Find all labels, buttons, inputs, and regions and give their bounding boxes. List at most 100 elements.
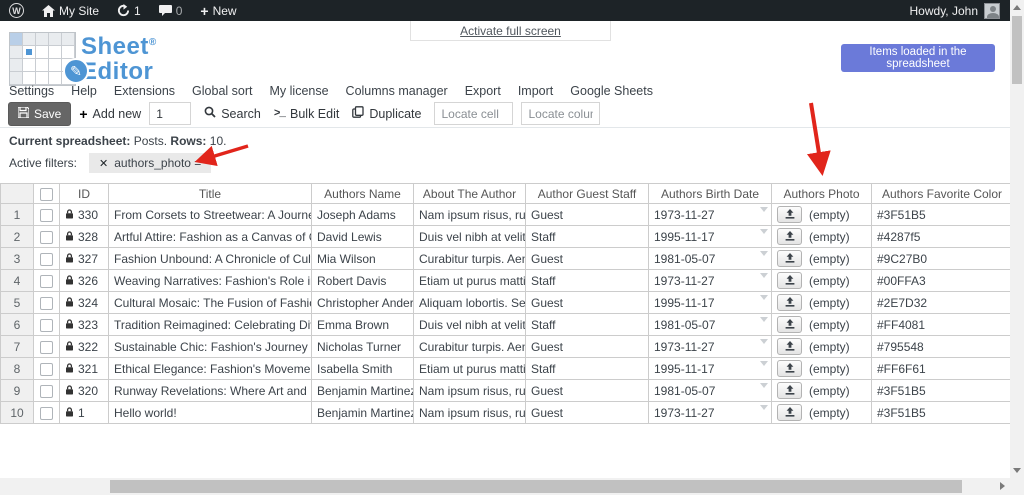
authors-favorite-color-cell[interactable]: #FF6F61: [871, 357, 1011, 380]
upload-image-button[interactable]: [777, 404, 802, 421]
chevron-down-icon[interactable]: [760, 207, 768, 212]
authors-name-cell[interactable]: Nicholas Turner: [311, 335, 414, 358]
about-the-author-cell[interactable]: Curabitur turpis. Aenean...: [413, 247, 526, 270]
row-number-cell[interactable]: 4: [0, 269, 34, 292]
authors-birth-date-cell[interactable]: 1973-11-27: [648, 203, 772, 226]
chevron-down-icon[interactable]: [760, 229, 768, 234]
upload-image-button[interactable]: [777, 206, 802, 223]
menu-item-columns-manager[interactable]: Columns manager: [346, 84, 448, 98]
chevron-down-icon[interactable]: [760, 361, 768, 366]
authors-birth-date-cell[interactable]: 1973-11-27: [648, 401, 772, 424]
about-the-author-cell[interactable]: Nam ipsum risus, rutru...: [413, 401, 526, 424]
authors-birth-date-cell[interactable]: 1973-11-27: [648, 269, 772, 292]
menu-item-extensions[interactable]: Extensions: [114, 84, 175, 98]
title-cell[interactable]: Weaving Narratives: Fashion's Role in Do…: [108, 269, 312, 292]
authors-birth-date-cell[interactable]: 1995-11-17: [648, 291, 772, 314]
column-header-id[interactable]: ID: [59, 183, 109, 204]
id-cell[interactable]: 322: [59, 335, 109, 358]
row-checkbox[interactable]: [40, 230, 53, 244]
authors-photo-cell[interactable]: (empty): [771, 313, 872, 336]
chevron-down-icon[interactable]: [760, 273, 768, 278]
column-header-title[interactable]: Title: [108, 183, 312, 204]
chevron-down-icon[interactable]: [760, 383, 768, 388]
vertical-scrollbar[interactable]: [1010, 0, 1024, 495]
scroll-up-icon[interactable]: [1013, 5, 1021, 10]
id-cell[interactable]: 323: [59, 313, 109, 336]
about-the-author-cell[interactable]: Etiam ut purus mattis m...: [413, 269, 526, 292]
id-cell[interactable]: 326: [59, 269, 109, 292]
author-guest-staff-cell[interactable]: Staff: [525, 225, 649, 248]
author-guest-staff-cell[interactable]: Guest: [525, 247, 649, 270]
column-header-authors-name[interactable]: Authors Name: [311, 183, 414, 204]
menu-item-export[interactable]: Export: [465, 84, 501, 98]
about-the-author-cell[interactable]: Duis vel nibh at velit sce...: [413, 313, 526, 336]
author-guest-staff-cell[interactable]: Guest: [525, 379, 649, 402]
row-checkbox[interactable]: [40, 208, 53, 222]
authors-photo-cell[interactable]: (empty): [771, 291, 872, 314]
about-the-author-cell[interactable]: Nam ipsum risus, rutru...: [413, 203, 526, 226]
menu-item-global-sort[interactable]: Global sort: [192, 84, 252, 98]
author-guest-staff-cell[interactable]: Guest: [525, 203, 649, 226]
row-checkbox[interactable]: [40, 340, 53, 354]
title-cell[interactable]: Ethical Elegance: Fashion's Movement Tow…: [108, 357, 312, 380]
column-header-about-the-author[interactable]: About The Author: [413, 183, 526, 204]
authors-favorite-color-cell[interactable]: #3F51B5: [871, 401, 1011, 424]
authors-favorite-color-cell[interactable]: #9C27B0: [871, 247, 1011, 270]
my-site-link[interactable]: My Site: [33, 0, 108, 21]
scroll-down-icon[interactable]: [1013, 468, 1021, 473]
authors-photo-cell[interactable]: (empty): [771, 379, 872, 402]
upload-image-button[interactable]: [777, 294, 802, 311]
id-cell[interactable]: 327: [59, 247, 109, 270]
wp-logo-menu[interactable]: W: [0, 0, 33, 21]
id-cell[interactable]: 321: [59, 357, 109, 380]
save-button[interactable]: Save: [8, 101, 72, 126]
chevron-down-icon[interactable]: [760, 295, 768, 300]
row-number-cell[interactable]: 2: [0, 225, 34, 248]
items-loaded-button[interactable]: Items loaded in the spreadsheet: [841, 44, 995, 72]
authors-name-cell[interactable]: Christopher Anderson: [311, 291, 414, 314]
row-checkbox[interactable]: [40, 296, 53, 310]
search-button[interactable]: Search: [204, 106, 261, 121]
authors-favorite-color-cell[interactable]: #3F51B5: [871, 203, 1011, 226]
about-the-author-cell[interactable]: Etiam ut purus mattis m...: [413, 357, 526, 380]
authors-birth-date-cell[interactable]: 1981-05-07: [648, 247, 772, 270]
new-content-link[interactable]: + New: [191, 0, 245, 21]
row-checkbox[interactable]: [40, 318, 53, 332]
authors-favorite-color-cell[interactable]: #00FFA3: [871, 269, 1011, 292]
author-guest-staff-cell[interactable]: Guest: [525, 291, 649, 314]
add-new-count-input[interactable]: [149, 102, 192, 125]
avatar[interactable]: [984, 2, 1000, 19]
row-number-cell[interactable]: 5: [0, 291, 34, 314]
howdy-greeting[interactable]: Howdy, John: [910, 4, 978, 18]
id-cell[interactable]: 1: [59, 401, 109, 424]
author-guest-staff-cell[interactable]: Staff: [525, 313, 649, 336]
locate-cell-input[interactable]: [434, 102, 514, 125]
about-the-author-cell[interactable]: Nam ipsum risus, rutru...: [413, 379, 526, 402]
title-cell[interactable]: Fashion Unbound: A Chronicle of Cultural…: [108, 247, 312, 270]
title-cell[interactable]: From Corsets to Streetwear: A Journey Th…: [108, 203, 312, 226]
select-all-checkbox[interactable]: [40, 187, 53, 201]
authors-birth-date-cell[interactable]: 1981-05-07: [648, 379, 772, 402]
authors-photo-cell[interactable]: (empty): [771, 401, 872, 424]
bulk-edit-button[interactable]: >_ Bulk Edit: [274, 107, 340, 121]
authors-photo-cell[interactable]: (empty): [771, 203, 872, 226]
id-cell[interactable]: 320: [59, 379, 109, 402]
horizontal-scrollbar[interactable]: [0, 478, 1010, 495]
menu-item-settings[interactable]: Settings: [9, 84, 54, 98]
add-new-button[interactable]: + Add new: [79, 106, 141, 122]
authors-favorite-color-cell[interactable]: #2E7D32: [871, 291, 1011, 314]
authors-birth-date-cell[interactable]: 1995-11-17: [648, 357, 772, 380]
row-number-cell[interactable]: 3: [0, 247, 34, 270]
horizontal-scrollbar-thumb[interactable]: [110, 480, 962, 493]
authors-favorite-color-cell[interactable]: #FF4081: [871, 313, 1011, 336]
column-header-authors-favorite-color[interactable]: Authors Favorite Color: [871, 183, 1011, 204]
column-header-authors-photo[interactable]: Authors Photo: [771, 183, 872, 204]
authors-favorite-color-cell[interactable]: #4287f5: [871, 225, 1011, 248]
authors-favorite-color-cell[interactable]: #3F51B5: [871, 379, 1011, 402]
chevron-down-icon[interactable]: [760, 339, 768, 344]
title-cell[interactable]: Hello world!: [108, 401, 312, 424]
column-header-author-guest-staff[interactable]: Author Guest Staff: [525, 183, 649, 204]
authors-photo-cell[interactable]: (empty): [771, 247, 872, 270]
row-number-cell[interactable]: 6: [0, 313, 34, 336]
row-checkbox[interactable]: [40, 274, 53, 288]
